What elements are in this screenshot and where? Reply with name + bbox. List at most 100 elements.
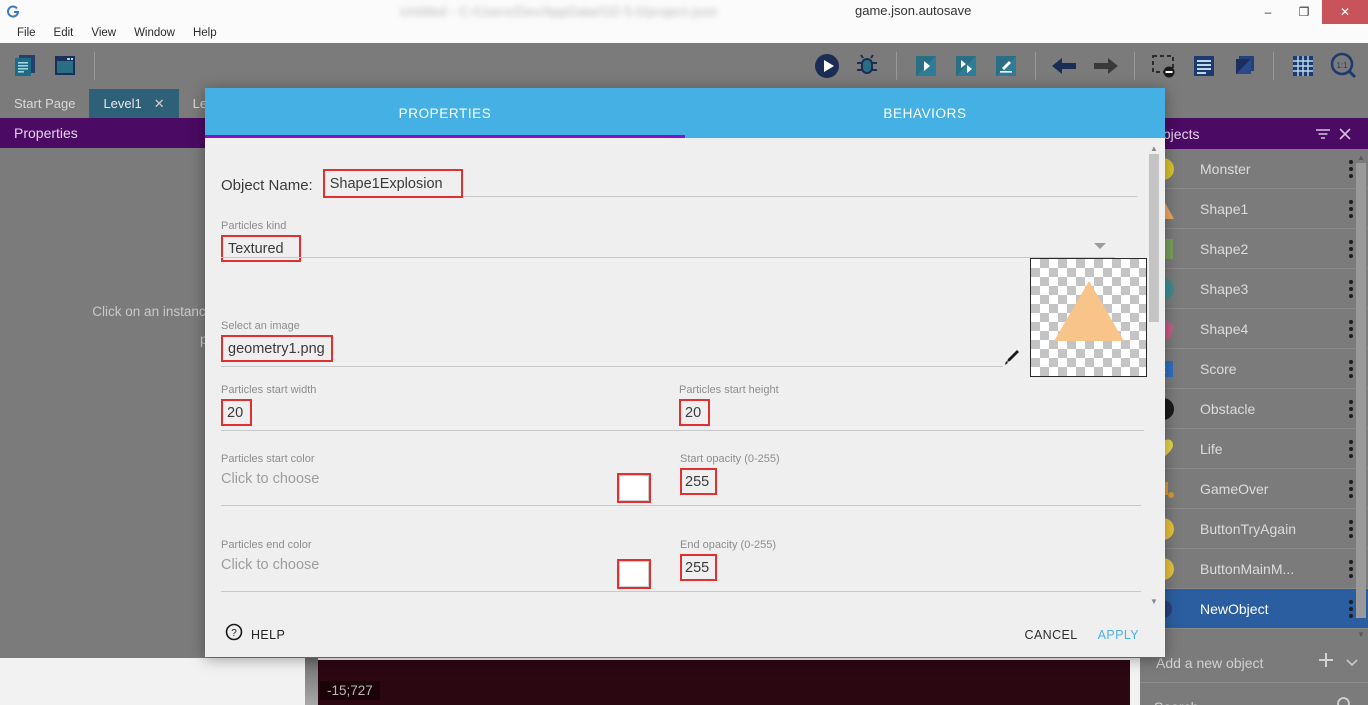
external-layout-icon[interactable] — [949, 49, 983, 83]
zoom-reset-icon[interactable]: 1:1 — [1326, 49, 1360, 83]
plus-icon[interactable] — [1316, 650, 1336, 675]
list-item[interactable]: Life — [1140, 429, 1368, 469]
end-color-picker[interactable]: Click to choose — [221, 557, 621, 573]
close-icon[interactable]: ✕ — [154, 96, 165, 112]
start-height-input[interactable]: 20 — [679, 399, 710, 426]
add-object-label: Add a new object — [1156, 654, 1264, 671]
restore-button[interactable]: ❐ — [1286, 0, 1322, 24]
list-item[interactable]: x Score — [1140, 349, 1368, 389]
start-color-label: Particles start color — [221, 453, 315, 465]
object-name: ButtonTryAgain — [1200, 520, 1296, 537]
start-color-swatch[interactable] — [617, 473, 651, 503]
search-icon[interactable] — [1336, 696, 1354, 705]
image-preview[interactable] — [1030, 258, 1147, 377]
color-preview — [619, 561, 649, 587]
application-window: Untitled - C:/Users/Dev/AppData/GD 5.0/p… — [0, 0, 1368, 705]
objects-scrollbar[interactable]: ▲ ▼ — [1356, 153, 1366, 639]
cancel-button[interactable]: CANCEL — [1011, 628, 1092, 642]
new-window-icon[interactable] — [48, 49, 82, 83]
scene-canvas[interactable] — [318, 660, 1130, 705]
grid-icon[interactable] — [1286, 49, 1320, 83]
menu-view[interactable]: View — [82, 24, 125, 43]
menu-help[interactable]: Help — [184, 24, 226, 43]
end-color-swatch[interactable] — [617, 559, 651, 589]
list-item[interactable]: Shape4 — [1140, 309, 1368, 349]
scroll-up-arrow-icon[interactable]: ▲ — [1356, 153, 1366, 162]
open-project-icon[interactable] — [8, 49, 42, 83]
object-name-label: Object Name: — [221, 177, 313, 194]
apply-button[interactable]: APPLY — [1092, 628, 1145, 642]
scroll-up-arrow-icon[interactable]: ▲ — [1149, 144, 1159, 153]
end-opacity-input[interactable]: 255 — [680, 554, 717, 581]
layers-icon[interactable] — [1227, 49, 1261, 83]
object-name: Score — [1200, 360, 1237, 377]
undo-arrow-icon[interactable] — [1048, 49, 1082, 83]
list-view-icon[interactable] — [1187, 49, 1221, 83]
window-title-blurred: Untitled - C:/Users/Dev/AppData/GD 5.0/p… — [400, 4, 718, 19]
minimize-button[interactable]: – — [1250, 0, 1286, 24]
object-name: Shape1 — [1200, 200, 1249, 217]
panel-title: Properties — [14, 125, 78, 141]
list-item[interactable]: GameOver — [1140, 469, 1368, 509]
end-color-field: Particles end color Click to choose — [221, 539, 621, 573]
close-icon[interactable] — [1334, 123, 1356, 145]
window-controls: – ❐ ✕ — [1250, 0, 1368, 24]
list-item[interactable]: Shape2 — [1140, 229, 1368, 269]
tab-start-page[interactable]: Start Page — [0, 89, 89, 118]
add-object-row[interactable]: Add a new object — [1140, 643, 1368, 683]
chevron-down-icon[interactable] — [1336, 654, 1358, 672]
list-item-selected[interactable]: NewObject — [1140, 589, 1368, 629]
list-item[interactable]: ButtonMainM... — [1140, 549, 1368, 589]
menu-file[interactable]: File — [8, 24, 45, 43]
end-opacity-label: End opacity (0-255) — [680, 539, 776, 551]
preview-play-icon[interactable] — [810, 49, 844, 83]
start-color-row: Particles start color Click to choose St… — [213, 453, 1141, 506]
list-item[interactable]: Monster — [1140, 149, 1368, 189]
tab-behaviors[interactable]: BEHAVIORS — [685, 88, 1165, 138]
brush-icon[interactable] — [1001, 348, 1021, 373]
dialog-tab-bar: PROPERTIES BEHAVIORS — [205, 88, 1165, 138]
dialog-scrollbar[interactable]: ▲ ▼ — [1149, 144, 1159, 606]
list-item[interactable]: Shape3 — [1140, 269, 1368, 309]
list-item[interactable]: Shape1 — [1140, 189, 1368, 229]
add-scene-icon[interactable] — [909, 49, 943, 83]
search-row[interactable]: Search — [1140, 683, 1368, 705]
object-name-row: Object Name: Shape1Explosion — [213, 154, 1137, 198]
search-input[interactable]: Search — [1154, 699, 1336, 705]
start-opacity-input[interactable]: 255 — [680, 468, 717, 495]
scene-coordinates: -15;727 — [320, 681, 380, 700]
start-width-input[interactable]: 20 — [221, 399, 252, 426]
object-name-input[interactable]: Shape1Explosion — [322, 169, 463, 198]
objects-list[interactable]: Monster Shape1 Shape2 Shape3 Shape4 Scor… — [1140, 149, 1368, 643]
window-title: game.json.autosave — [855, 3, 972, 18]
scrollbar-thumb[interactable] — [1356, 163, 1366, 618]
toolbar-separator — [94, 52, 95, 80]
chevron-down-icon[interactable] — [1093, 242, 1107, 253]
triangle-sprite-preview-icon — [1053, 281, 1124, 341]
menu-edit[interactable]: Edit — [45, 24, 83, 43]
list-item[interactable]: ButtonTryAgain — [1140, 509, 1368, 549]
tab-level1[interactable]: Level1 ✕ — [89, 89, 179, 118]
list-item[interactable]: Obstacle — [1140, 389, 1368, 429]
scrollbar-thumb[interactable] — [1149, 154, 1159, 322]
help-button[interactable]: ? HELP — [225, 623, 285, 646]
filter-icon[interactable] — [1312, 123, 1334, 145]
start-color-field: Particles start color Click to choose — [221, 453, 621, 487]
scroll-down-arrow-icon[interactable]: ▼ — [1149, 597, 1159, 606]
debug-bug-icon[interactable] — [850, 49, 884, 83]
end-color-row: Particles end color Click to choose End … — [213, 539, 1141, 592]
select-image-input[interactable]: geometry1.png — [221, 335, 333, 362]
redo-arrow-icon[interactable] — [1088, 49, 1122, 83]
close-button[interactable]: ✕ — [1322, 0, 1368, 24]
menu-window[interactable]: Window — [125, 24, 184, 43]
menu-bar: File Edit View Window Help — [0, 24, 1368, 43]
tab-properties[interactable]: PROPERTIES — [205, 88, 685, 138]
toolbar-separator-4 — [1134, 52, 1135, 80]
object-name: Shape2 — [1200, 240, 1249, 257]
end-color-label: Particles end color — [221, 539, 312, 551]
field-underline — [462, 196, 1137, 197]
external-events-icon[interactable] — [989, 49, 1023, 83]
start-color-picker[interactable]: Click to choose — [221, 471, 621, 487]
scroll-down-arrow-icon[interactable]: ▼ — [1356, 630, 1366, 639]
hide-objects-icon[interactable] — [1147, 49, 1181, 83]
